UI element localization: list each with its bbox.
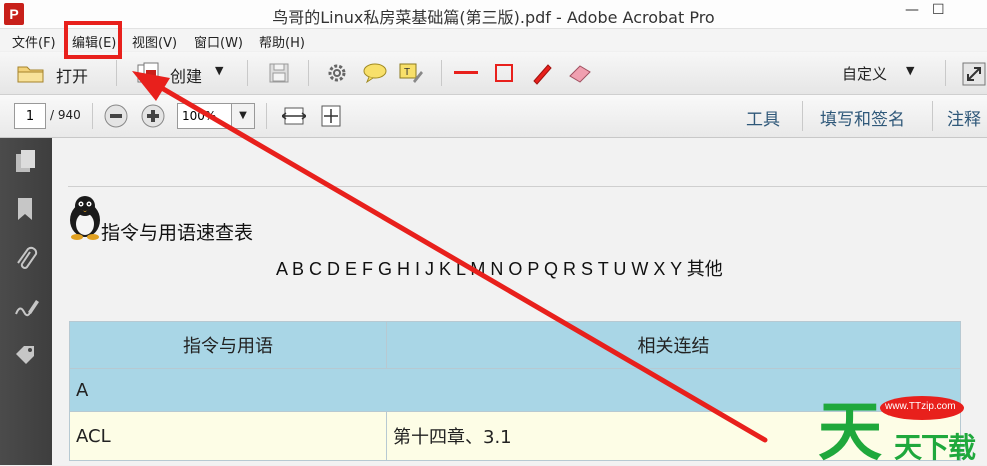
svg-text:天: 天 — [818, 396, 882, 465]
watermark-site: www.TTzip.com — [885, 401, 956, 412]
watermark-logo: 天 www.TTzip.com 天下载 — [812, 386, 987, 465]
watermark-text: 天下载 — [894, 431, 976, 464]
